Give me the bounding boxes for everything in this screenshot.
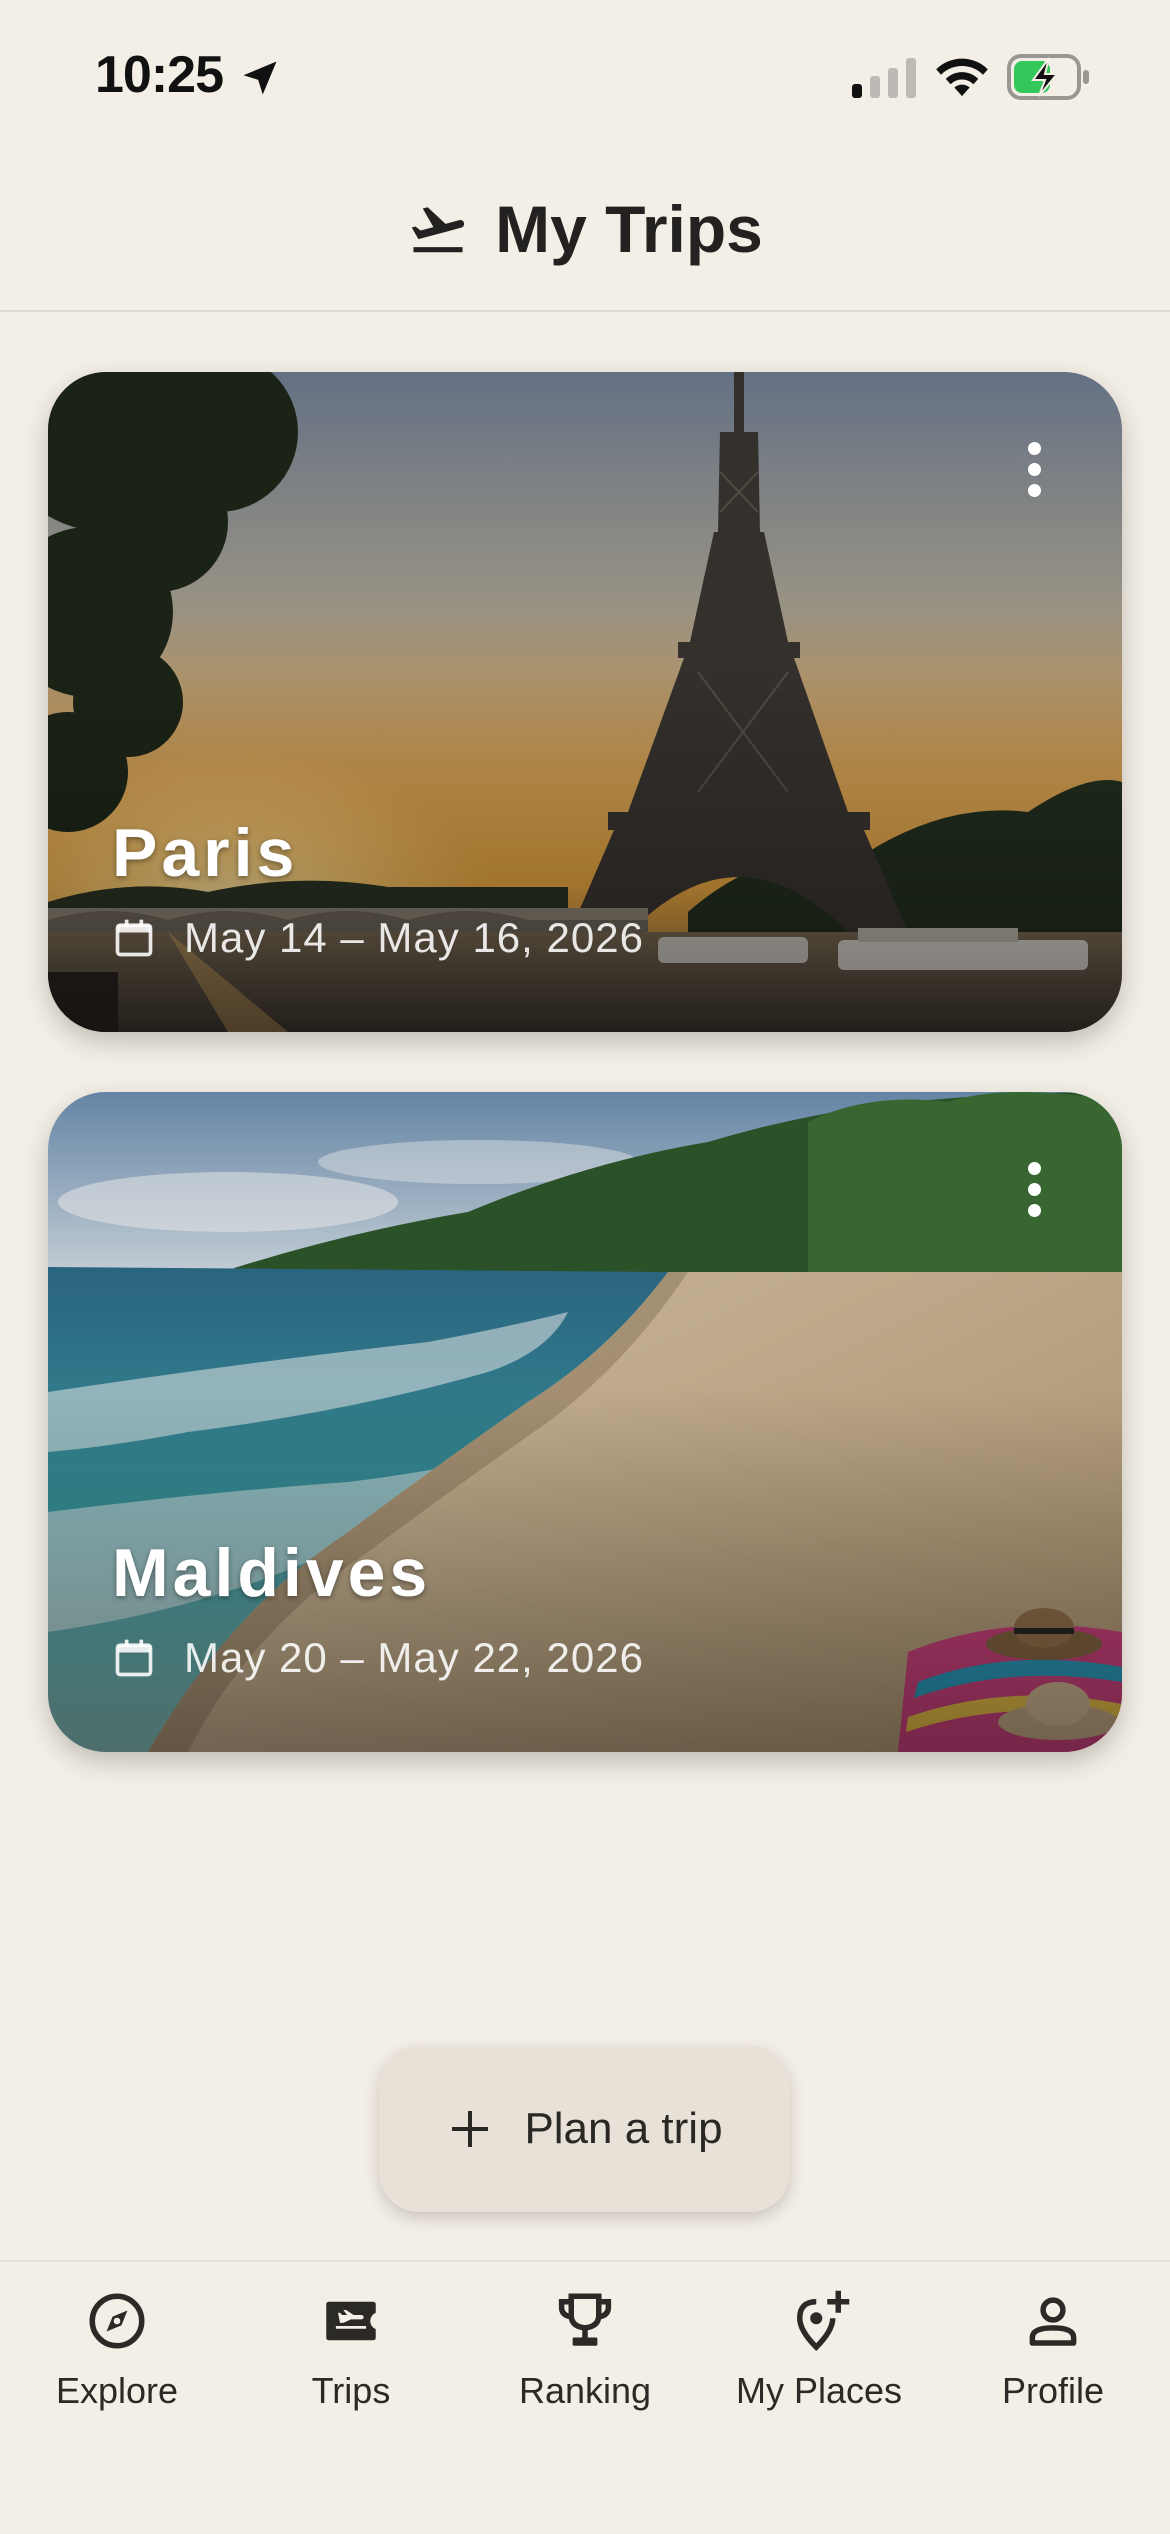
nav-item-my-places[interactable]: My Places — [702, 2288, 936, 2428]
bottom-navigation: Explore Trips Ranking My Places Profile — [0, 2260, 1170, 2534]
trip-dates-text: May 20 – May 22, 2026 — [184, 1634, 644, 1681]
location-arrow-icon — [243, 61, 277, 95]
nav-label-ranking: Ranking — [518, 2370, 652, 2411]
nav-label-profile: Profile — [1001, 2370, 1105, 2411]
trip-title: Paris — [112, 815, 299, 891]
title-group: My Trips — [407, 191, 763, 267]
cellular-signal-icon — [852, 58, 916, 98]
trip-date-range: May 14 – May 16, 2026 — [112, 914, 644, 962]
trip-dates-text: May 14 – May 16, 2026 — [184, 914, 644, 961]
nav-label-explore: Explore — [55, 2370, 179, 2411]
trip-date-range: May 20 – May 22, 2026 — [112, 1634, 644, 1682]
compass-icon — [89, 2293, 145, 2349]
flight-takeoff-icon — [411, 207, 465, 253]
battery-charging-icon — [1007, 54, 1089, 100]
page-title: My Trips — [495, 192, 763, 266]
nav-item-explore[interactable]: Explore — [0, 2288, 234, 2428]
nav-item-profile[interactable]: Profile — [936, 2288, 1170, 2428]
calendar-icon — [115, 919, 153, 957]
airplane-ticket-icon — [326, 2301, 376, 2341]
status-bar: 10:25 — [0, 0, 1170, 150]
plan-trip-label: Plan a trip — [524, 2104, 723, 2153]
more-options-icon[interactable] — [1024, 1162, 1044, 1218]
plan-trip-button[interactable]: Plan a trip — [379, 2046, 790, 2212]
trip-title: Maldives — [112, 1535, 432, 1611]
nav-label-trips: Trips — [311, 2370, 391, 2411]
trip-card-maldives[interactable]: Maldives May 20 – May 22, 2026 — [48, 1092, 1122, 1752]
more-options-icon[interactable] — [1024, 442, 1044, 498]
nav-label-my-places: My Places — [735, 2370, 903, 2411]
nav-item-ranking[interactable]: Ranking — [468, 2288, 702, 2428]
plus-icon — [452, 2111, 489, 2147]
add-location-icon — [796, 2290, 850, 2352]
wifi-icon — [936, 58, 988, 97]
calendar-icon — [115, 1639, 153, 1677]
person-icon — [1029, 2297, 1077, 2346]
status-time: 10:25 — [95, 46, 224, 104]
trip-card-paris[interactable]: Paris May 14 – May 16, 2026 — [48, 372, 1122, 1032]
nav-item-trips[interactable]: Trips — [234, 2288, 468, 2428]
app-header: My Trips — [0, 150, 1170, 312]
trophy-icon — [558, 2293, 612, 2346]
